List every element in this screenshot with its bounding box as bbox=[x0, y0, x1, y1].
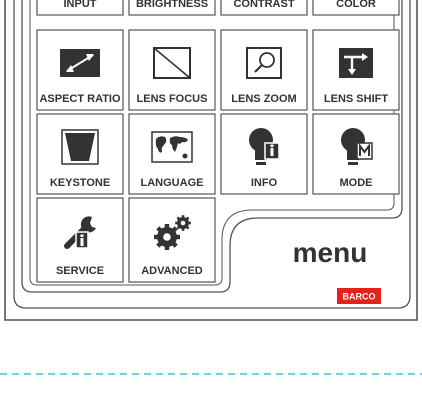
keystone-icon bbox=[61, 129, 99, 165]
aspect-ratio-icon bbox=[60, 49, 100, 77]
aspect-ratio-label: ASPECT RATIO bbox=[39, 93, 121, 105]
lens-zoom-button[interactable]: LENS ZOOM bbox=[220, 29, 308, 111]
lens-focus-button[interactable]: LENS FOCUS bbox=[128, 29, 216, 111]
contrast-label: CONTRAST bbox=[233, 0, 294, 10]
info-label: INFO bbox=[251, 177, 278, 189]
advanced-button[interactable]: ADVANCED bbox=[128, 197, 216, 283]
magnifier-icon bbox=[246, 47, 282, 79]
lens-focus-label: LENS FOCUS bbox=[137, 93, 208, 105]
keystone-label: KEYSTONE bbox=[50, 177, 110, 189]
info-button[interactable]: INFO bbox=[220, 113, 308, 195]
color-button[interactable]: COLOR bbox=[312, 0, 400, 16]
menu-label: menu bbox=[293, 237, 368, 268]
world-map-icon bbox=[151, 131, 193, 163]
language-button[interactable]: LANGUAGE bbox=[128, 113, 216, 195]
contrast-button[interactable]: CONTRAST bbox=[220, 0, 308, 16]
barco-logo-text: BARCO bbox=[343, 292, 376, 302]
keypad-panel: INPUT BRIGHTNESS CONTRAST COLOR ASPECT RATIO… bbox=[0, 0, 422, 375]
service-button[interactable]: SERVICE bbox=[36, 197, 124, 283]
lens-zoom-label: LENS ZOOM bbox=[231, 93, 296, 105]
keystone-button[interactable]: KEYSTONE bbox=[36, 113, 124, 195]
service-label: SERVICE bbox=[56, 265, 104, 277]
advanced-label: ADVANCED bbox=[141, 265, 203, 277]
lens-shift-label: LENS SHIFT bbox=[324, 93, 388, 105]
color-label: COLOR bbox=[336, 0, 376, 10]
input-button[interactable]: INPUT bbox=[36, 0, 124, 16]
mode-button[interactable]: MODE bbox=[312, 113, 400, 195]
lens-shift-button[interactable]: LENS SHIFT bbox=[312, 29, 400, 111]
lens-shift-icon bbox=[339, 48, 373, 78]
brightness-button[interactable]: BRIGHTNESS bbox=[128, 0, 216, 16]
barco-logo: BARCO bbox=[337, 288, 381, 304]
input-label: INPUT bbox=[64, 0, 97, 10]
language-label: LANGUAGE bbox=[141, 177, 204, 189]
brightness-label: BRIGHTNESS bbox=[136, 0, 208, 10]
lens-focus-icon bbox=[153, 47, 191, 79]
aspect-ratio-button[interactable]: ASPECT RATIO bbox=[36, 29, 124, 111]
mode-label: MODE bbox=[340, 177, 373, 189]
